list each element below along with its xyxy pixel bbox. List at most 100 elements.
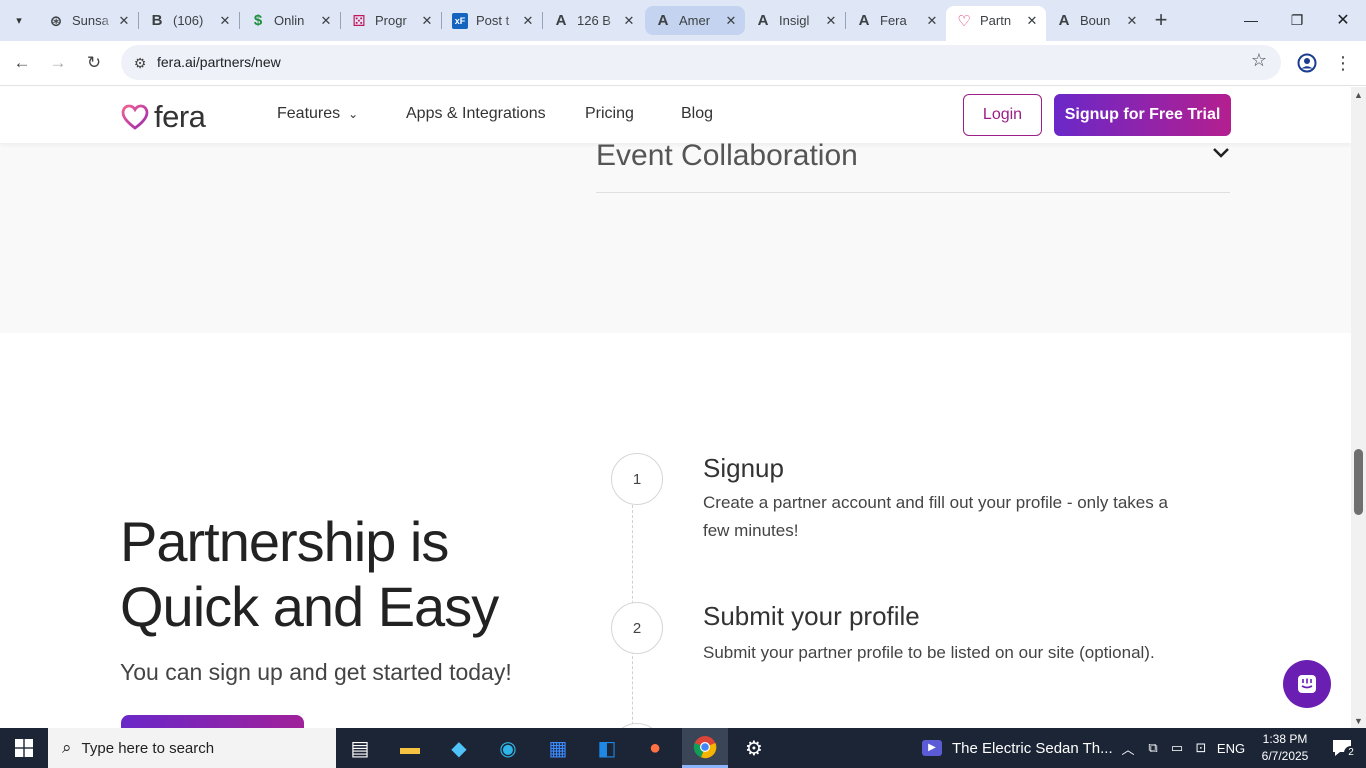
scroll-up-icon[interactable]: ▲ [1351, 87, 1366, 102]
chat-launcher-button[interactable] [1283, 660, 1331, 708]
browser-tab[interactable]: ⊛ Sunsa ✕ [38, 6, 138, 35]
edge-button[interactable]: ◉ [485, 728, 531, 768]
taskbar-search-placeholder: Type here to search [81, 739, 215, 757]
show-hidden-icons-button[interactable]: ︿ [1117, 728, 1139, 768]
close-tab-icon[interactable]: ✕ [419, 13, 435, 29]
reload-button[interactable]: ↻ [80, 49, 108, 77]
new-tab-button[interactable]: + [1148, 7, 1174, 33]
nav-apps-integrations[interactable]: Apps & Integrations [406, 105, 546, 123]
edge-icon: ◉ [499, 737, 517, 760]
site-info-icon[interactable]: ⚙ [127, 50, 153, 76]
close-window-button[interactable]: ✕ [1320, 0, 1366, 40]
video-icon: ▶ [922, 740, 942, 756]
scrollbar-thumb[interactable] [1354, 449, 1363, 515]
tab-title: Partn [980, 13, 1012, 28]
close-tab-icon[interactable]: ✕ [1124, 13, 1140, 29]
restore-button[interactable]: ❐ [1274, 0, 1320, 40]
battery-icon[interactable]: ▭ [1166, 728, 1188, 768]
reload-icon: ↻ [86, 53, 102, 72]
xf-icon: xF [452, 12, 468, 29]
tab-title: Sunsa [72, 13, 109, 28]
settings-button[interactable]: ⚙ [731, 728, 777, 768]
file-explorer-button[interactable]: ▬ [387, 728, 433, 768]
step-title: Signup [703, 453, 784, 483]
chrome-button[interactable] [682, 728, 728, 768]
forward-button[interactable]: → [44, 49, 72, 77]
browser-tab[interactable]: A Amer ✕ [645, 6, 745, 35]
tab-title: Onlin [274, 13, 305, 28]
tab-title: 126 B [577, 13, 611, 28]
meet-icon[interactable]: ⧉ [1142, 728, 1164, 768]
tab-title: Post t [476, 13, 510, 28]
language-indicator[interactable]: ENG [1214, 728, 1248, 768]
taskbar-search-input[interactable]: ⌕ Type here to search [48, 728, 336, 768]
close-tab-icon[interactable]: ✕ [116, 13, 132, 29]
chat-icon [1298, 675, 1316, 693]
search-icon: ⌕ [62, 738, 72, 757]
nav-blog[interactable]: Blog [681, 105, 713, 123]
browser-menu-button[interactable]: ⋮ [1329, 49, 1357, 77]
copilot-button[interactable]: ◆ [436, 728, 482, 768]
logo-text: fera [154, 99, 206, 134]
profile-button[interactable] [1293, 49, 1321, 77]
network-icon[interactable]: ⊡ [1190, 728, 1212, 768]
partnership-cta-button[interactable] [121, 715, 304, 728]
plus-icon: + [1154, 7, 1168, 32]
start-button[interactable] [0, 728, 48, 768]
nav-features[interactable]: Features ⌄ [277, 105, 358, 123]
back-button[interactable]: ← [8, 49, 36, 77]
close-tab-icon[interactable]: ✕ [621, 13, 637, 29]
close-tab-icon[interactable]: ✕ [1024, 13, 1040, 29]
chevron-down-icon[interactable] [1212, 146, 1230, 164]
login-button[interactable]: Login [963, 94, 1042, 136]
fera-logo[interactable]: fera [120, 99, 206, 135]
openai-icon: ⊛ [49, 12, 63, 30]
bookmark-star-icon[interactable]: ☆ [1251, 50, 1267, 71]
signup-free-trial-button[interactable]: Signup for Free Trial [1054, 94, 1231, 136]
close-icon: ✕ [1336, 12, 1350, 29]
system-clock[interactable]: 1:38 PM 6/7/2025 [1254, 731, 1316, 765]
browser-tab[interactable]: A Fera ✕ [846, 6, 946, 35]
site-header: fera Features ⌄ Apps & Integrations Prici… [0, 87, 1351, 143]
browser-tab[interactable]: A Boun ✕ [1046, 6, 1146, 35]
nav-features-label: Features [277, 105, 341, 122]
faq-item[interactable]: Event Collaboration [596, 137, 1230, 193]
browser-tab[interactable]: ⚄ Progr ✕ [341, 6, 441, 35]
chrome-icon [693, 735, 717, 758]
notifications-button[interactable]: 2 [1322, 728, 1362, 768]
close-tab-icon[interactable]: ✕ [217, 13, 233, 29]
close-tab-icon[interactable]: ✕ [723, 13, 739, 29]
tab-search-button[interactable]: ▾ [6, 8, 32, 32]
scroll-down-icon[interactable]: ▼ [1351, 713, 1366, 728]
media-widget[interactable]: ▶ The Electric Sedan Th... [922, 728, 1113, 768]
browser-tab[interactable]: A Insigl ✕ [745, 6, 845, 35]
close-tab-icon[interactable]: ✕ [318, 13, 334, 29]
tab-title: (106) [173, 13, 204, 28]
chevron-down-icon: ⌄ [348, 107, 359, 121]
browser-tab[interactable]: B (106) ✕ [139, 6, 239, 35]
close-tab-icon[interactable]: ✕ [924, 13, 940, 29]
step-description: Create a partner account and fill out yo… [703, 493, 1168, 540]
tab-title: Progr [375, 13, 407, 28]
task-view-button[interactable]: ▤ [337, 728, 383, 768]
browser-toolbar: ← → ↻ ⚙ fera.ai/partners/new ☆ ⋮ [0, 41, 1366, 86]
step-title: Submit your profile [703, 601, 920, 631]
browser-tab-active[interactable]: ♡ Partn ✕ [946, 6, 1046, 41]
nav-pricing[interactable]: Pricing [585, 105, 634, 123]
tab-title: Fera [880, 13, 907, 28]
browser-tab[interactable]: $ Onlin ✕ [240, 6, 340, 35]
windows-taskbar: ⌕ Type here to search ▤ ▬ ◆ ◉ ▦ ◧ ● ⚙ ▶ … [0, 728, 1366, 768]
minimize-icon: — [1244, 12, 1258, 28]
browser-tab[interactable]: A 126 B ✕ [543, 6, 643, 35]
page-scrollbar[interactable]: ▲ ▼ [1351, 87, 1366, 728]
store-icon: ▦ [548, 737, 568, 760]
browser-tab[interactable]: xF Post t ✕ [442, 6, 542, 35]
minimize-button[interactable]: — [1228, 0, 1274, 40]
close-tab-icon[interactable]: ✕ [823, 13, 839, 29]
outlook-button[interactable]: ◧ [584, 728, 630, 768]
store-button[interactable]: ▦ [535, 728, 581, 768]
close-tab-icon[interactable]: ✕ [520, 13, 536, 29]
dice-icon: ⚄ [352, 12, 366, 30]
firefox-button[interactable]: ● [632, 728, 678, 768]
address-bar[interactable]: ⚙ fera.ai/partners/new ☆ [121, 45, 1281, 80]
